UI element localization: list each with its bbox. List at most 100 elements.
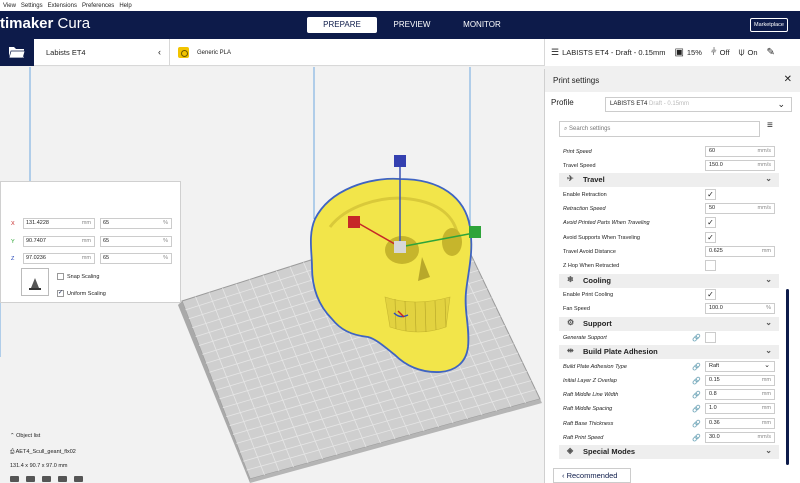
setting-checkbox[interactable] [705, 260, 716, 271]
setting-input[interactable]: 30.0 mm/s [705, 432, 775, 443]
search-input[interactable]: ⌕ Search settings [559, 121, 760, 137]
menu-extensions[interactable]: Extensions [48, 3, 77, 9]
snap-scaling-option[interactable]: Snap Scaling [57, 273, 99, 280]
recommended-button[interactable]: ‹ Recommended [553, 468, 631, 483]
setting-input[interactable]: 0.36 mm [705, 418, 775, 429]
tab-monitor[interactable]: MONITOR [447, 17, 517, 33]
setting-row: Generate Support 🔗 [559, 331, 779, 345]
setting-row: Enable Print Cooling ✓ [559, 288, 779, 302]
view-icon[interactable] [10, 476, 19, 482]
object-file-item[interactable]: ⎙ AET4_Scull_geant_flx02 [10, 449, 76, 456]
lay-flat-button[interactable] [21, 268, 49, 296]
menu-help[interactable]: Help [119, 3, 131, 9]
setting-row: Raft Middle Line Width 🔗 0.8 mm [559, 388, 779, 402]
setting-row: Enable Retraction ✓ [559, 188, 779, 202]
category-travel[interactable]: ✈ Travel ⌄ [559, 173, 779, 187]
setting-row: Initial Layer Z Overlap 🔗 0.15 mm [559, 374, 779, 388]
material-name: Generic PLA [197, 49, 232, 56]
open-file-button[interactable] [0, 39, 34, 66]
view-icon[interactable] [42, 476, 51, 482]
setting-label: Print Speed [563, 149, 592, 155]
scale-x-mm-input[interactable]: 131.4228 mm [23, 218, 95, 229]
setting-checkbox[interactable]: ✓ [705, 232, 716, 243]
menu-view[interactable]: View [3, 3, 16, 9]
setting-row: Avoid Supports When Traveling ✓ [559, 231, 779, 245]
setting-checkbox[interactable] [705, 332, 716, 343]
setting-label: Build Plate Adhesion Type [563, 364, 627, 370]
setting-input[interactable]: 150.0 mm/s [705, 160, 775, 171]
setting-input[interactable]: 60 mm/s [705, 146, 775, 157]
axis-z-label: Z [11, 255, 15, 262]
link-icon[interactable]: 🔗 [692, 405, 701, 413]
setting-dropdown[interactable]: Raft ⌄ [705, 361, 775, 372]
setting-label: Retraction Speed [563, 206, 606, 212]
scale-x-pct-input[interactable]: 65% [100, 218, 172, 229]
link-icon[interactable]: 🔗 [692, 391, 701, 399]
uniform-scaling-checkbox[interactable] [57, 289, 64, 297]
category-cooling[interactable]: ❄ Cooling ⌄ [559, 274, 779, 288]
setting-input[interactable]: 0.625 mm [705, 246, 775, 257]
close-icon[interactable]: ✕ [784, 74, 792, 85]
marketplace-button[interactable]: Marketplace [750, 18, 788, 32]
settings-list[interactable]: Print Speed 60 mm/s Travel Speed 150.0 mm/s ✈ T… [559, 145, 787, 464]
axis-x-label: X [11, 220, 15, 227]
setting-input[interactable]: 50 mm/s [705, 203, 775, 214]
category-special-modes[interactable]: ◈ Special Modes ⌄ [559, 445, 779, 459]
scrollbar[interactable] [786, 289, 789, 465]
view-icon[interactable] [74, 476, 83, 482]
setting-row: Fan Speed 100.0% [559, 302, 779, 316]
category-icon: ⇹ [567, 346, 574, 355]
setting-label: Travel Avoid Distance [563, 249, 616, 255]
profile-dropdown[interactable]: LABISTS ET4 Draft - 0.15mm ⌄ [605, 97, 792, 112]
machine-selector[interactable]: Labists ET4 ‹ [38, 39, 170, 66]
chevron-down-icon: ⌄ [777, 99, 785, 109]
setting-checkbox[interactable]: ✓ [705, 189, 716, 200]
support-icon: ⫩ [710, 47, 717, 58]
print-profile-name: LABISTS ET4 - Draft - 0.15mm [562, 48, 666, 57]
setting-label: Initial Layer Z Overlap [563, 378, 617, 384]
link-icon[interactable]: 🔗 [692, 434, 701, 442]
link-icon[interactable]: 🔗 [692, 334, 701, 342]
folder-icon [8, 47, 26, 59]
scale-y-mm-input[interactable]: 90.7407 mm [23, 236, 95, 247]
scale-z-mm-input[interactable]: 97.0236 mm [23, 253, 95, 264]
setting-input[interactable]: 0.8 mm [705, 389, 775, 400]
scale-y-pct-input[interactable]: 65% [100, 236, 172, 247]
scale-z-row: Z 97.0236 mm 65% [11, 253, 172, 264]
panel-title: Print settings [553, 76, 600, 85]
chevron-down-icon: ⌄ [765, 174, 772, 183]
tab-preview[interactable]: PREVIEW [377, 17, 447, 33]
link-icon[interactable]: 🔗 [692, 420, 701, 428]
setting-input[interactable]: 100.0% [705, 303, 775, 314]
chevron-down-icon: ⌄ [765, 275, 772, 284]
print-settings-selector[interactable]: ☰ LABISTS ET4 - Draft - 0.15mm ▣ 15% ⫩ Off… [544, 39, 800, 66]
setting-row: Raft Middle Spacing 🔗 1.0 mm [559, 402, 779, 416]
tab-prepare[interactable]: PREPARE [307, 17, 377, 33]
category-support[interactable]: ⚙ Support ⌄ [559, 317, 779, 331]
view-icon[interactable] [26, 476, 35, 482]
category-icon: ✈ [567, 174, 574, 183]
setting-input[interactable]: 1.0 mm [705, 403, 775, 414]
menubar: View Settings Extensions Preferences Hel… [0, 0, 800, 11]
setting-checkbox[interactable]: ✓ [705, 217, 716, 228]
view-icon[interactable] [58, 476, 67, 482]
setting-row: Print Speed 60 mm/s [559, 145, 779, 159]
category-icon: ❄ [567, 275, 574, 284]
infill-icon: ▣ [674, 47, 684, 58]
object-list-toggle[interactable]: ⌃ Object list [10, 433, 40, 439]
setting-input[interactable]: 0.15 mm [705, 375, 775, 386]
material-selector[interactable]: Generic PLA [172, 39, 302, 66]
settings-menu-icon[interactable]: ≡ [767, 120, 773, 131]
profile-label: Profile [551, 98, 574, 107]
snap-scaling-checkbox[interactable] [57, 273, 64, 280]
uniform-scaling-option[interactable]: Uniform Scaling [57, 289, 106, 297]
menu-settings[interactable]: Settings [21, 3, 43, 9]
scale-z-pct-input[interactable]: 65% [100, 253, 172, 264]
setting-checkbox[interactable]: ✓ [705, 289, 716, 300]
link-icon[interactable]: 🔗 [692, 377, 701, 385]
edit-icon[interactable]: ✎ [767, 47, 778, 58]
setting-label: Fan Speed [563, 306, 590, 312]
category-build-plate-adhesion[interactable]: ⇹ Build Plate Adhesion ⌄ [559, 345, 779, 359]
link-icon[interactable]: 🔗 [692, 363, 701, 371]
menu-preferences[interactable]: Preferences [82, 3, 114, 9]
